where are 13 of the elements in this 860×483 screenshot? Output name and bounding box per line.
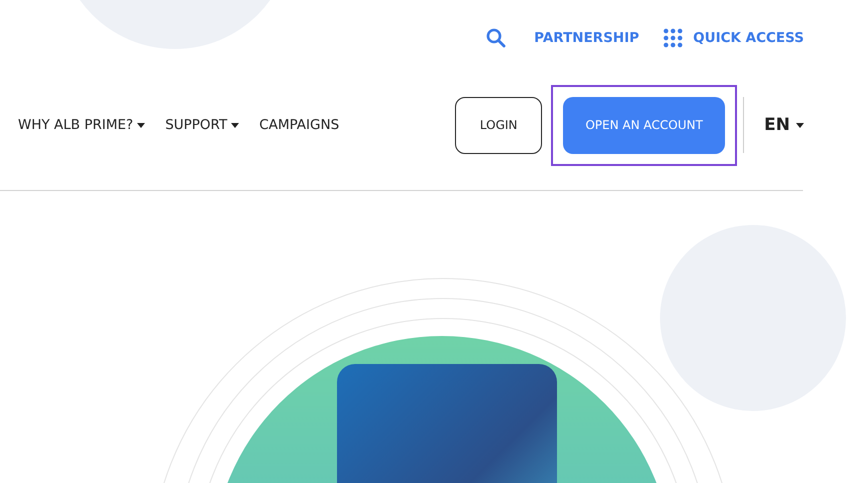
login-button[interactable]: LOGIN <box>455 96 542 154</box>
nav-menu-item[interactable]: WHY ALB PRIME? <box>18 117 146 133</box>
open-account-button[interactable]: OPEN AN ACCOUNT <box>563 96 726 154</box>
nav-menu-item[interactable]: CAMPAIGNS <box>259 117 340 133</box>
caret-icon <box>796 122 804 128</box>
caret-icon <box>137 122 146 128</box>
grid-icon[interactable] <box>663 28 684 48</box>
language-selector[interactable]: EN <box>764 115 804 135</box>
partnership-link[interactable]: PARTNERSHIP <box>534 30 640 46</box>
search-icon[interactable] <box>486 28 506 48</box>
nav-menu-item[interactable]: SUPPORT <box>165 117 240 133</box>
caret-icon <box>231 122 240 128</box>
quick-access-link[interactable]: QUICK ACCESS <box>693 30 804 46</box>
